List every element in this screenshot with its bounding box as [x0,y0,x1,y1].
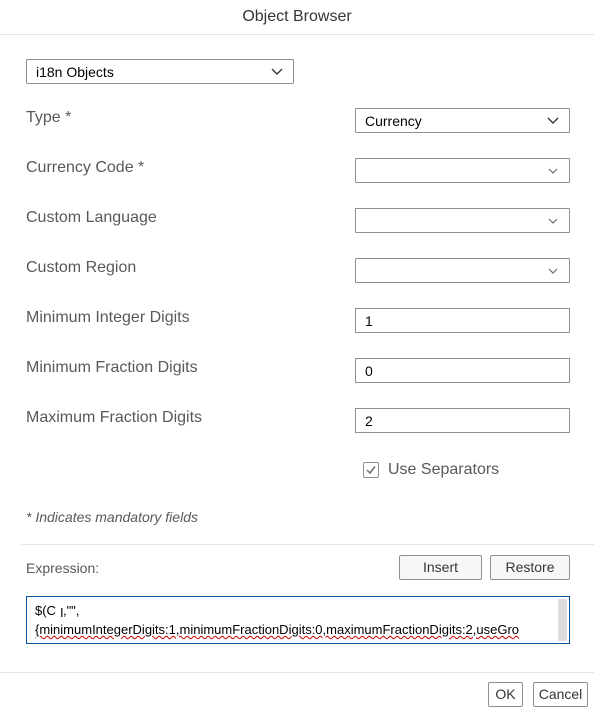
custom-region-select[interactable] [355,258,570,283]
mandatory-note: * Indicates mandatory fields [26,509,198,525]
chevron-down-icon [271,68,283,75]
cancel-button[interactable]: Cancel [533,682,588,707]
insert-button[interactable]: Insert [399,555,482,580]
use-separators-checkbox[interactable] [363,462,379,478]
chevron-down-icon [548,268,558,274]
custom-language-select[interactable] [355,208,570,233]
expression-line2: {minimumIntegerDigits:1,minimumFractionD… [35,622,520,637]
min-integer-digits-label: Minimum Integer Digits [26,309,190,326]
object-type-select[interactable]: i18n Objects [26,59,294,84]
checkmark-icon [366,466,376,475]
section-divider [21,544,594,545]
custom-region-label: Custom Region [26,259,137,276]
currency-code-select[interactable] [355,158,570,183]
chevron-down-icon [548,168,558,174]
max-fraction-digits-input[interactable] [355,408,570,433]
currency-code-label: Currency Code * [26,159,145,176]
expression-line1-prefix: $(C [35,603,56,618]
chevron-down-icon [547,117,559,124]
min-integer-digits-input[interactable] [355,308,570,333]
restore-button[interactable]: Restore [490,555,570,580]
expression-label: Expression: [26,560,100,576]
object-type-value: i18n Objects [36,64,114,80]
expression-scrollbar[interactable] [558,599,567,641]
ok-button[interactable]: OK [488,682,523,707]
use-separators-label: Use Separators [388,461,500,478]
chevron-down-icon [548,218,558,224]
max-fraction-digits-label: Maximum Fraction Digits [26,409,203,426]
type-select[interactable]: Currency [355,108,570,133]
min-fraction-digits-input[interactable] [355,358,570,383]
expression-line1-suffix: ,"", [62,603,80,618]
expression-text: $(C ,"", {minimumIntegerDigits:1,minimumF… [35,601,555,639]
custom-language-label: Custom Language [26,209,157,226]
dialog-header: Object Browser [0,0,594,35]
min-fraction-digits-label: Minimum Fraction Digits [26,359,198,376]
type-label: Type * [26,109,72,126]
dialog-title: Object Browser [242,8,352,25]
expression-textarea[interactable]: $(C ,"", {minimumIntegerDigits:1,minimumF… [26,596,570,644]
ibeam-cursor-icon: I [60,605,64,620]
type-value: Currency [365,113,422,129]
